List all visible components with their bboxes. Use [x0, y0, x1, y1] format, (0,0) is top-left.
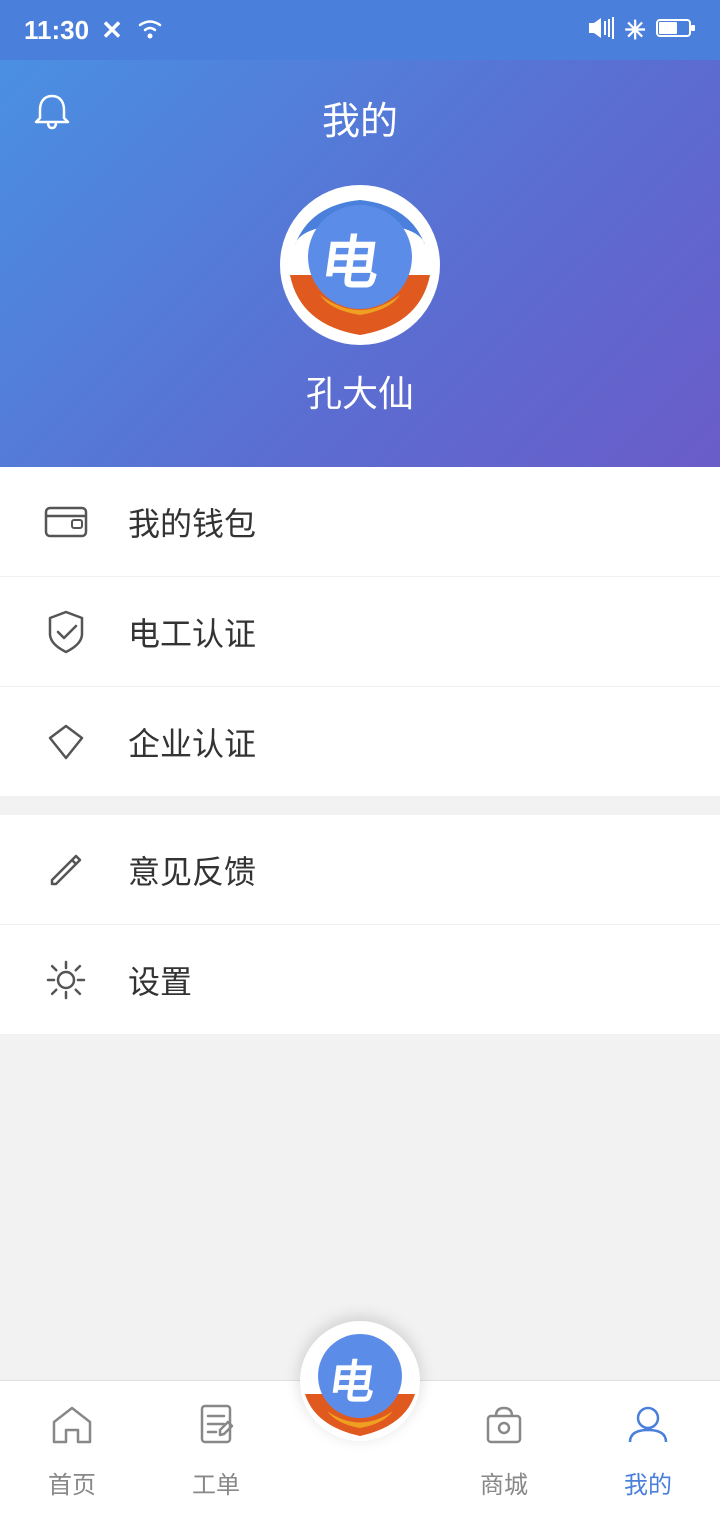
user-name: 孔大仙	[306, 365, 414, 417]
svg-text:电: 电	[325, 1356, 378, 1408]
shield-check-icon	[40, 606, 92, 658]
home-nav-label: 首页	[48, 1465, 96, 1500]
electrician-label: 电工认证	[128, 609, 256, 655]
feedback-label: 意见反馈	[128, 847, 256, 893]
gear-icon	[40, 954, 92, 1006]
mine-nav-label: 我的	[624, 1465, 672, 1500]
menu-item-electrician[interactable]: 电工认证	[0, 577, 720, 687]
avatar-wrapper: 电 孔大仙	[0, 185, 720, 417]
svg-text:电: 电	[317, 231, 384, 296]
volume-icon	[588, 15, 614, 46]
status-bar: 11:30 ✕ ✳	[0, 0, 720, 60]
status-right: ✳	[588, 15, 696, 46]
enterprise-label: 企业认证	[128, 719, 256, 765]
avatar[interactable]: 电	[280, 185, 440, 345]
settings-label: 设置	[128, 957, 192, 1003]
battery-icon	[656, 15, 696, 46]
nav-item-workorder[interactable]: 工单	[144, 1402, 288, 1500]
edit-icon	[40, 844, 92, 896]
wifi-icon	[135, 15, 165, 46]
nav-item-home[interactable]: 首页	[0, 1402, 144, 1500]
bottom-nav: 首页 工单 电	[0, 1380, 720, 1520]
menu-section-2: 意见反馈 设置	[0, 815, 720, 1035]
nav-item-mine[interactable]: 我的	[576, 1402, 720, 1500]
bell-icon[interactable]	[30, 90, 74, 144]
status-left: 11:30 ✕	[24, 15, 165, 46]
section-divider	[0, 797, 720, 815]
header-section: 我的 电 孔大仙	[0, 60, 720, 467]
menu-item-enterprise[interactable]: 企业认证	[0, 687, 720, 797]
menu-item-wallet[interactable]: 我的钱包	[0, 467, 720, 577]
menu-item-settings[interactable]: 设置	[0, 925, 720, 1035]
nav-item-shop[interactable]: 商城	[432, 1402, 576, 1500]
shop-icon	[482, 1402, 526, 1457]
wallet-icon	[40, 496, 92, 548]
user-icon	[626, 1402, 670, 1457]
center-logo-button[interactable]: 电	[300, 1321, 420, 1441]
status-time: 11:30	[24, 15, 89, 46]
diamond-icon	[40, 716, 92, 768]
signal-icon: ✕	[101, 15, 123, 46]
page-title: 我的	[0, 90, 720, 145]
workorder-nav-label: 工单	[192, 1465, 240, 1500]
menu-item-feedback[interactable]: 意见反馈	[0, 815, 720, 925]
home-icon	[50, 1402, 94, 1457]
shop-nav-label: 商城	[480, 1465, 528, 1500]
workorder-icon	[194, 1402, 238, 1457]
menu-section: 我的钱包 电工认证 企业认证	[0, 467, 720, 797]
bluetooth-icon: ✳	[624, 15, 646, 46]
wallet-label: 我的钱包	[128, 499, 256, 545]
